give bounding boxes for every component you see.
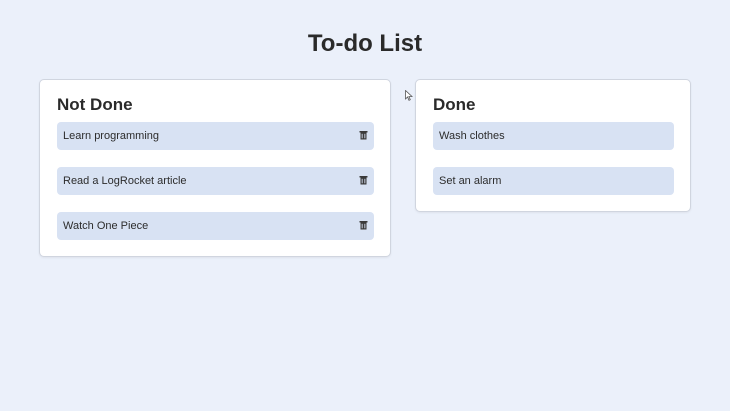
mouse-cursor-icon bbox=[405, 90, 413, 101]
trash-icon[interactable] bbox=[359, 220, 368, 233]
task-item[interactable]: Read a LogRocket article bbox=[57, 167, 374, 195]
trash-icon[interactable] bbox=[359, 130, 368, 143]
task-label: Learn programming bbox=[63, 130, 159, 142]
task-label: Watch One Piece bbox=[63, 220, 149, 232]
task-label: Wash clothes bbox=[439, 130, 505, 142]
task-label: Read a LogRocket article bbox=[63, 175, 187, 187]
task-item[interactable]: Learn programming bbox=[57, 122, 374, 150]
not-done-heading: Not Done bbox=[57, 95, 133, 114]
trash-icon[interactable] bbox=[359, 175, 368, 188]
page-title: To-do List bbox=[307, 30, 423, 57]
task-label: Set an alarm bbox=[439, 175, 502, 187]
task-item[interactable]: Watch One Piece bbox=[57, 212, 374, 240]
done-column[interactable]: Done Wash clothes Set an alarm bbox=[415, 79, 691, 212]
not-done-column[interactable]: Not Done Learn programming Read a LogRoc… bbox=[39, 79, 391, 257]
done-heading: Done bbox=[433, 95, 476, 114]
task-item[interactable]: Set an alarm bbox=[433, 167, 674, 195]
task-item[interactable]: Wash clothes bbox=[433, 122, 674, 150]
